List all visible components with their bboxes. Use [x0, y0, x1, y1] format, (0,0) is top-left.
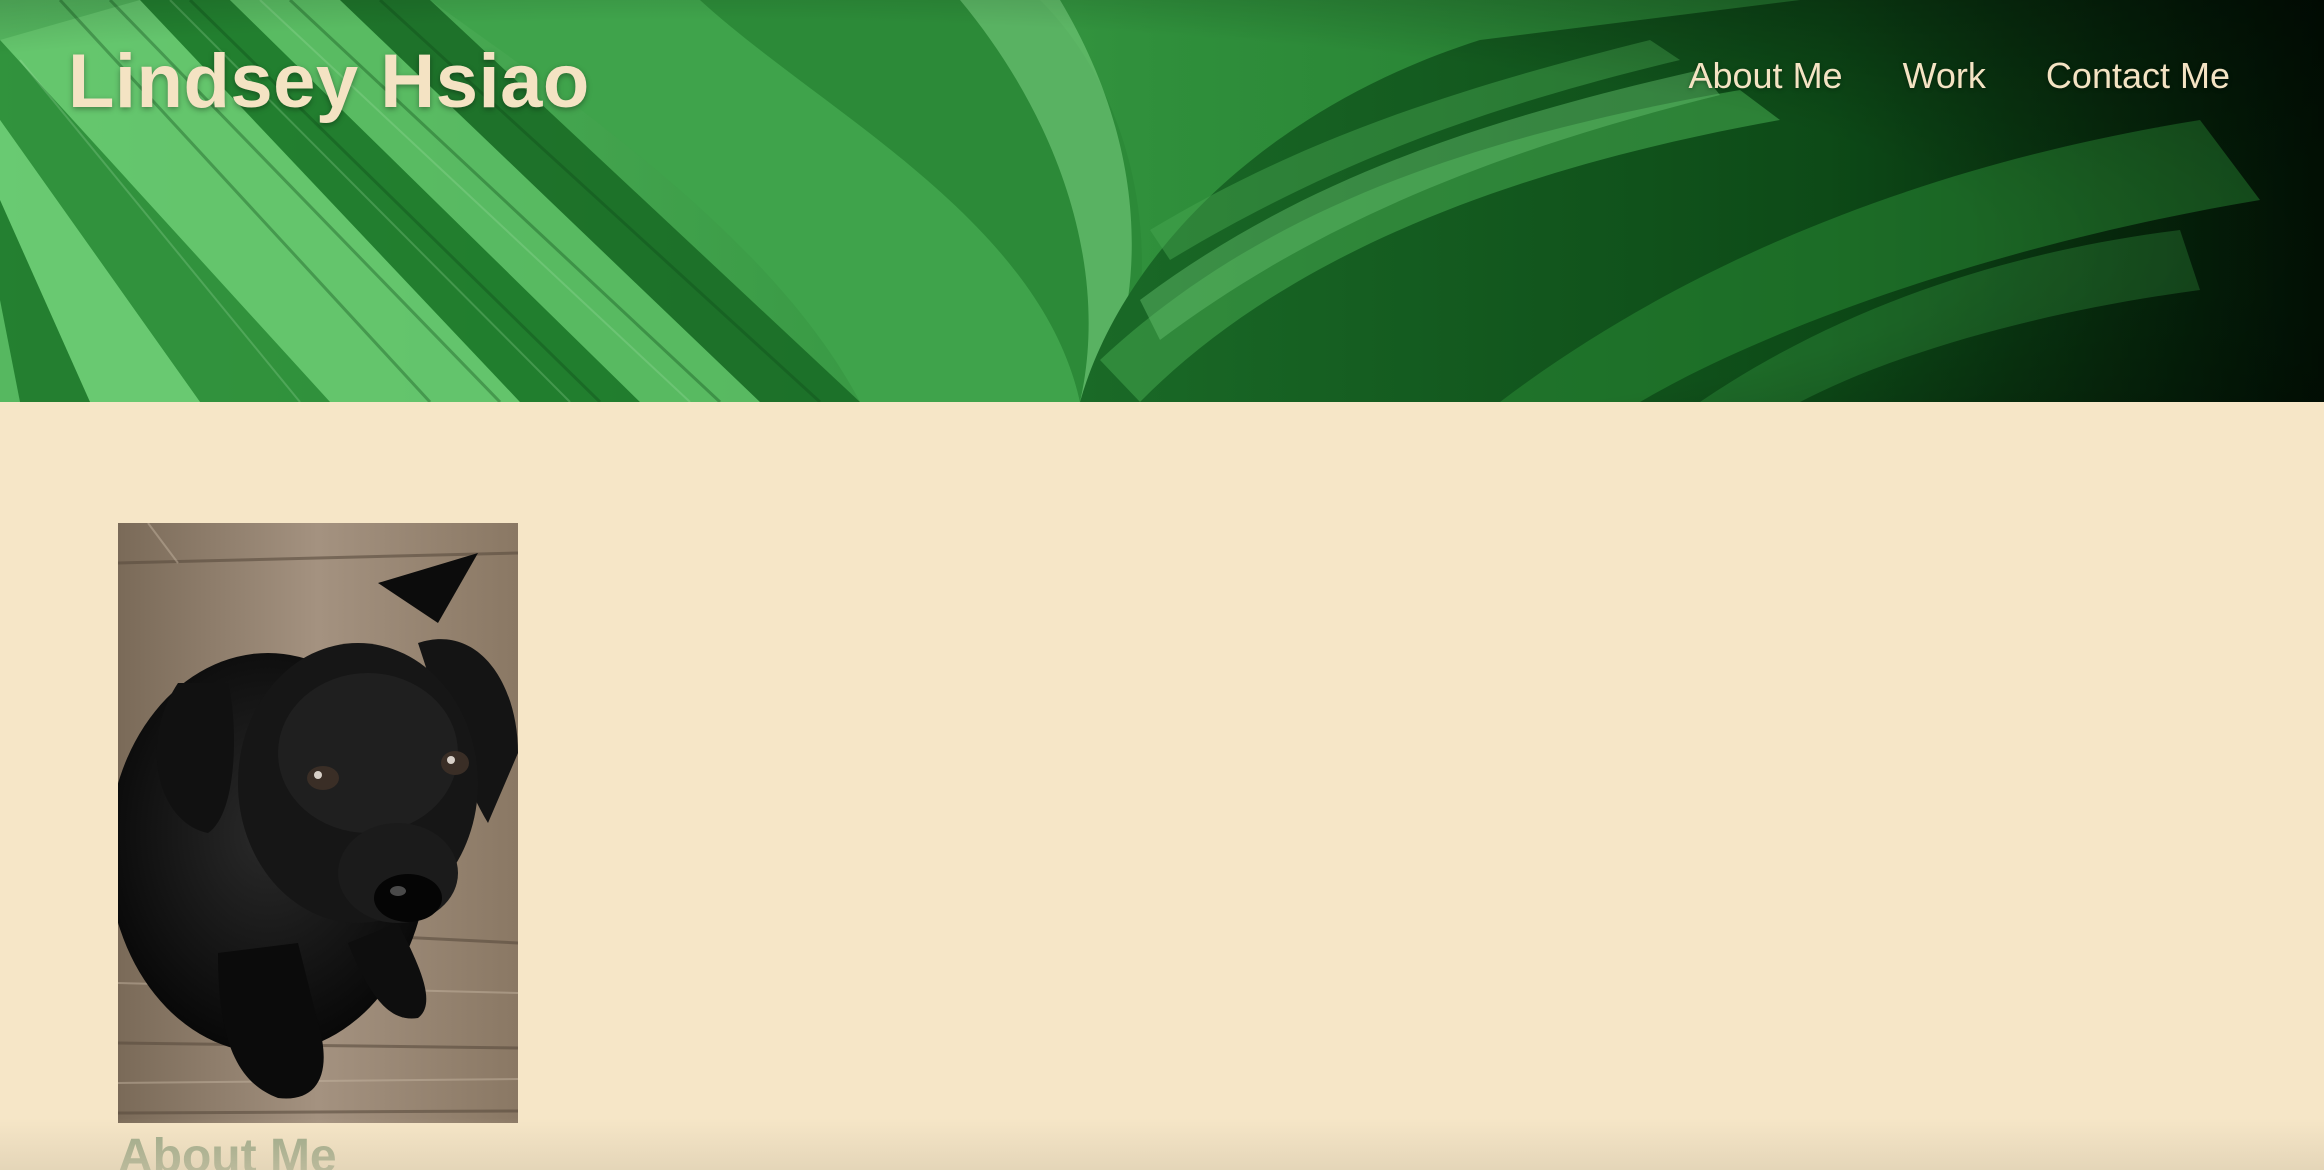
site-title[interactable]: Lindsey Hsiao [68, 36, 590, 128]
hero-banner: Lindsey Hsiao About Me Work Contact Me [0, 0, 2324, 402]
nav-link-contact[interactable]: Contact Me [2046, 52, 2230, 100]
nav-link-work[interactable]: Work [1903, 52, 1986, 100]
black-puppy-photo [118, 523, 518, 1123]
main-nav: About Me Work Contact Me [1688, 52, 2230, 100]
nav-link-about[interactable]: About Me [1688, 52, 1842, 100]
bottom-fade [0, 1118, 2324, 1170]
main-content: About Me [0, 402, 2324, 1170]
about-heading: About Me [118, 1130, 337, 1170]
page: Lindsey Hsiao About Me Work Contact Me A… [0, 0, 2324, 1170]
